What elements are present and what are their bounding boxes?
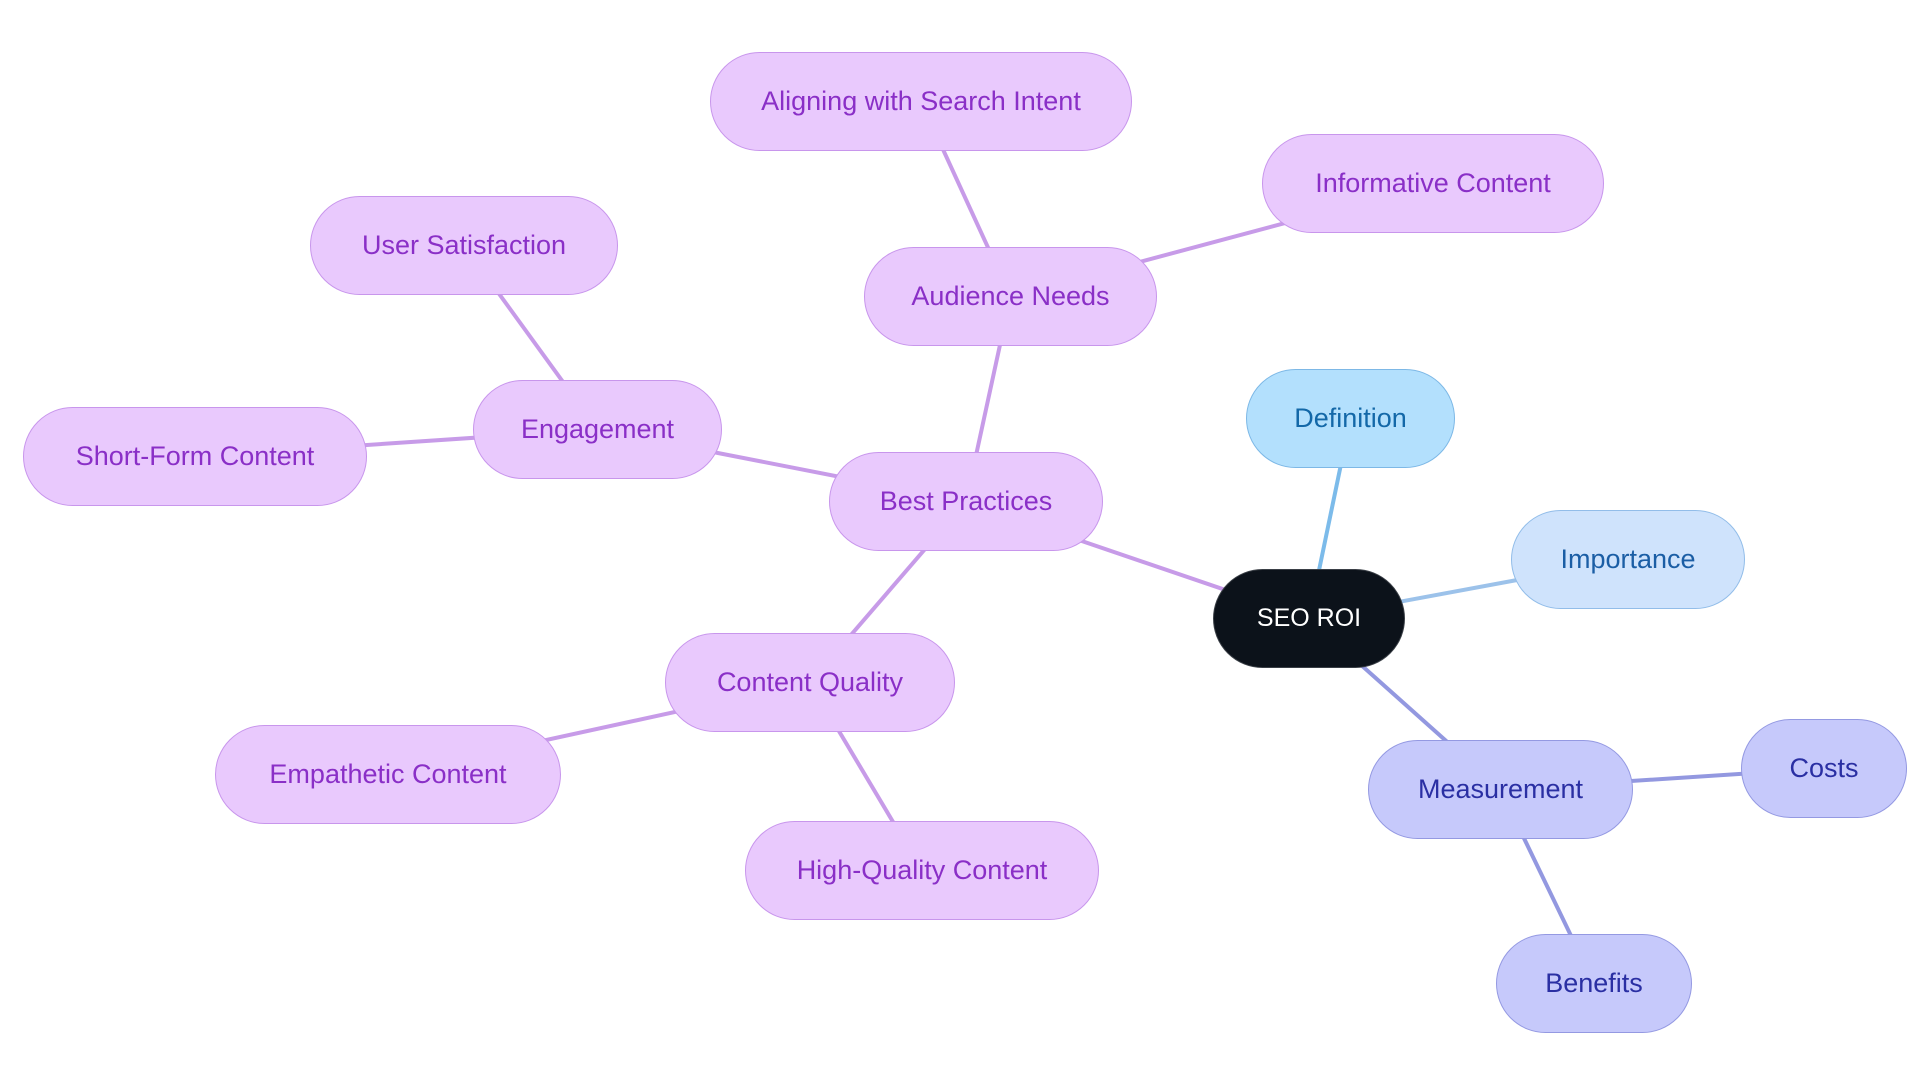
node-engagement[interactable]: Engagement — [473, 380, 722, 479]
node-costs[interactable]: Costs — [1741, 719, 1907, 818]
node-measurement[interactable]: Measurement — [1368, 740, 1633, 839]
node-best-practices[interactable]: Best Practices — [829, 452, 1103, 551]
node-empathetic-content[interactable]: Empathetic Content — [215, 725, 561, 824]
node-benefits[interactable]: Benefits — [1496, 934, 1692, 1033]
node-seo-roi[interactable]: SEO ROI — [1213, 569, 1405, 668]
node-high-quality-content[interactable]: High-Quality Content — [745, 821, 1099, 920]
node-informative-content[interactable]: Informative Content — [1262, 134, 1604, 233]
node-definition[interactable]: Definition — [1246, 369, 1455, 468]
node-short-form-content[interactable]: Short-Form Content — [23, 407, 367, 506]
node-user-satisfaction[interactable]: User Satisfaction — [310, 196, 618, 295]
node-audience-needs[interactable]: Audience Needs — [864, 247, 1157, 346]
node-content-quality[interactable]: Content Quality — [665, 633, 955, 732]
node-importance[interactable]: Importance — [1511, 510, 1745, 609]
node-aligning-search-intent[interactable]: Aligning with Search Intent — [710, 52, 1132, 151]
